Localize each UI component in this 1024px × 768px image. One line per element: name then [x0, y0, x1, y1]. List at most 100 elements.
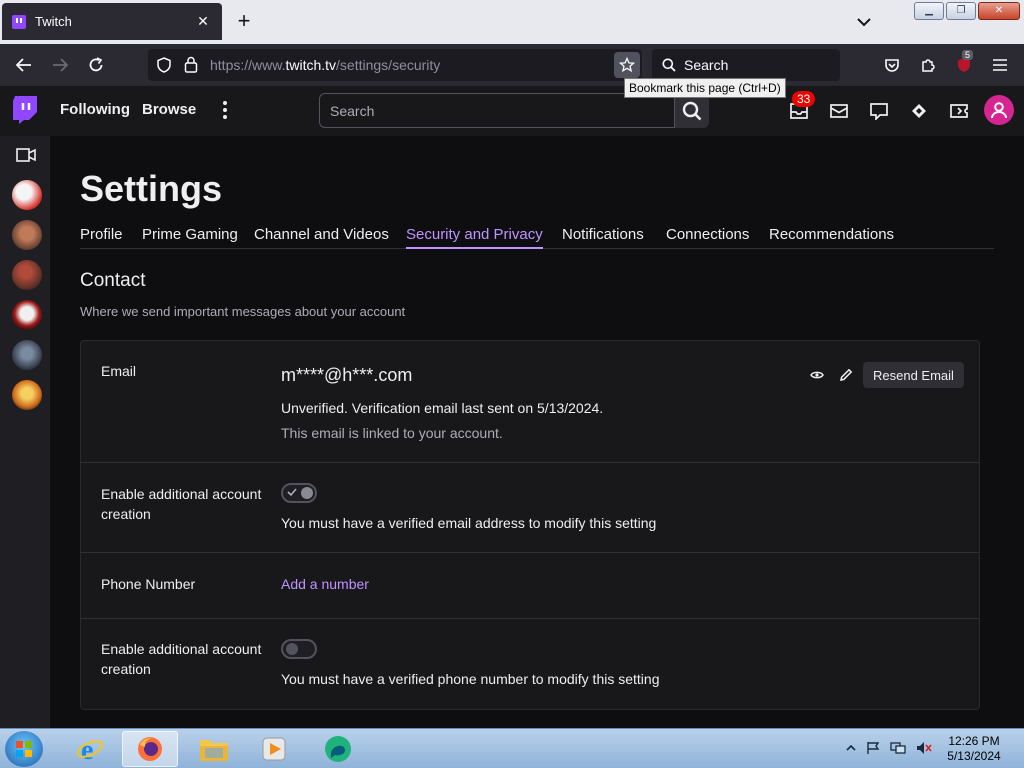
phone-account-creation-row: Enable additional account creation You m…: [81, 619, 979, 709]
nav-following-link[interactable]: Following: [60, 101, 130, 118]
new-tab-button[interactable]: +: [232, 9, 256, 33]
reload-icon[interactable]: [83, 53, 109, 77]
notification-count-badge: 33: [792, 91, 816, 107]
system-tray: [846, 741, 932, 760]
settings-main: Settings Profile Prime Gaming Channel an…: [50, 136, 1024, 728]
video-camera-icon[interactable]: [16, 148, 36, 162]
firefox-taskbar-icon[interactable]: [122, 731, 178, 767]
browser-tab-twitch[interactable]: Twitch ✕: [2, 3, 222, 40]
twitch-search-placeholder: Search: [330, 102, 375, 119]
tab-recommendations[interactable]: Recommendations: [769, 226, 894, 243]
email-status: Unverified. Verification email last sent…: [281, 400, 604, 416]
email-row: Email m****@h***.com Unverified. Verific…: [81, 341, 979, 463]
whispers-icon[interactable]: [867, 99, 891, 123]
settings-tabs: Profile Prime Gaming Channel and Videos …: [80, 224, 994, 249]
url-host: twitch.tv: [285, 57, 337, 73]
more-dots-icon[interactable]: [216, 98, 234, 122]
section-subtitle: Where we send important messages about y…: [80, 304, 406, 319]
bits-ticket-icon[interactable]: [947, 99, 971, 123]
search-icon: [682, 101, 702, 120]
show-email-eye-icon[interactable]: [806, 364, 828, 386]
action-center-flag-icon[interactable]: [866, 741, 880, 760]
system-clock[interactable]: 12:26 PM 5/13/2024: [944, 734, 1004, 764]
windows-logo-icon: [16, 741, 32, 757]
url-path: /settings/security: [336, 57, 441, 73]
nav-browse-link[interactable]: Browse: [142, 101, 196, 118]
section-title: Contact: [80, 270, 146, 291]
crown-prime-icon[interactable]: [907, 99, 931, 123]
channel-avatar[interactable]: [12, 380, 42, 410]
tab-profile[interactable]: Profile: [80, 226, 123, 243]
channel-avatar[interactable]: [12, 340, 42, 370]
bookmark-star-icon[interactable]: [614, 52, 640, 78]
internet-explorer-icon[interactable]: e: [62, 731, 118, 767]
extensions-puzzle-icon[interactable]: [915, 53, 941, 77]
email-label: Email: [101, 363, 137, 379]
file-explorer-icon[interactable]: [186, 731, 242, 767]
padlock-icon[interactable]: [184, 56, 198, 78]
tab-title: Twitch: [35, 14, 72, 29]
network-icon[interactable]: [890, 741, 906, 760]
twitch-logo-icon[interactable]: [13, 96, 37, 124]
twitch-top-nav: Following Browse Search 33: [0, 86, 1024, 136]
svg-text:e: e: [81, 735, 93, 764]
email-account-creation-label: Enable additional account creation: [101, 486, 262, 522]
user-avatar[interactable]: [984, 95, 1014, 125]
back-arrow-icon[interactable]: [11, 53, 37, 77]
search-icon: [662, 58, 676, 72]
channel-avatar[interactable]: [12, 300, 42, 330]
contact-card: Email m****@h***.com Unverified. Verific…: [80, 340, 980, 710]
tab-prime-gaming[interactable]: Prime Gaming: [142, 226, 238, 243]
browser-tab-bar: Twitch ✕ + ▁ ❐ ✕: [0, 0, 1024, 44]
email-account-creation-note: You must have a verified email address t…: [281, 515, 657, 531]
windows-taskbar: e 12:26 PM 5/13/2024: [0, 728, 1024, 768]
volume-muted-icon[interactable]: [916, 741, 932, 760]
tab-notifications[interactable]: Notifications: [562, 226, 644, 243]
tracking-shield-icon[interactable]: [156, 57, 172, 78]
phone-number-row: Phone Number Add a number: [81, 553, 979, 619]
pocket-icon[interactable]: [879, 53, 905, 77]
edit-email-pencil-icon[interactable]: [835, 364, 857, 386]
phone-account-creation-note: You must have a verified phone number to…: [281, 671, 660, 687]
followed-channels-sidebar: [0, 136, 50, 728]
channel-avatar[interactable]: [12, 180, 42, 210]
browser-search-box[interactable]: Search: [652, 49, 840, 81]
url-text[interactable]: https://www.twitch.tv/settings/security: [210, 57, 440, 73]
show-hidden-icons-chevron-icon[interactable]: [846, 741, 856, 760]
url-bar[interactable]: https://www.twitch.tv/settings/security: [148, 49, 642, 81]
browser-search-label: Search: [684, 57, 729, 73]
phone-account-creation-label: Enable additional account creation: [101, 641, 262, 677]
tab-channel-and-videos[interactable]: Channel and Videos: [254, 226, 389, 243]
resend-email-button[interactable]: Resend Email: [863, 362, 964, 388]
twitch-search-button[interactable]: [675, 93, 709, 128]
clock-date: 5/13/2024: [947, 749, 1001, 763]
bookmark-tooltip: Bookmark this page (Ctrl+D): [624, 78, 786, 98]
channel-avatar[interactable]: [12, 260, 42, 290]
tab-connections[interactable]: Connections: [666, 226, 749, 243]
start-button[interactable]: [5, 731, 43, 767]
url-prefix: https://www.: [210, 57, 286, 73]
email-account-creation-toggle[interactable]: [281, 483, 317, 503]
phone-account-creation-toggle[interactable]: [281, 639, 317, 659]
add-phone-number-link[interactable]: Add a number: [281, 576, 369, 592]
tab-list-chevron-icon[interactable]: [852, 10, 876, 34]
minimize-button[interactable]: ▁: [914, 2, 944, 20]
forward-arrow-icon[interactable]: [47, 53, 73, 77]
hamburger-menu-icon[interactable]: [987, 53, 1013, 77]
twitch-search-input[interactable]: Search: [319, 93, 675, 128]
channel-avatar[interactable]: [12, 220, 42, 250]
email-linked-note: This email is linked to your account.: [281, 425, 503, 441]
browser-nav-bar: https://www.twitch.tv/settings/security …: [0, 44, 1024, 86]
window-controls: ▁ ❐ ✕: [914, 2, 1020, 20]
email-value: m****@h***.com: [281, 365, 413, 385]
phone-number-label: Phone Number: [101, 576, 196, 592]
restore-button[interactable]: ❐: [946, 2, 976, 20]
tab-close-icon[interactable]: ✕: [194, 13, 212, 30]
messenger-app-icon[interactable]: [310, 731, 366, 767]
extension-badge: 5: [962, 50, 974, 60]
media-player-icon[interactable]: [246, 731, 302, 767]
mail-icon[interactable]: [827, 99, 851, 123]
tab-security-and-privacy[interactable]: Security and Privacy: [406, 226, 543, 249]
window-close-button[interactable]: ✕: [978, 2, 1020, 20]
twitch-favicon-icon: [12, 14, 26, 29]
